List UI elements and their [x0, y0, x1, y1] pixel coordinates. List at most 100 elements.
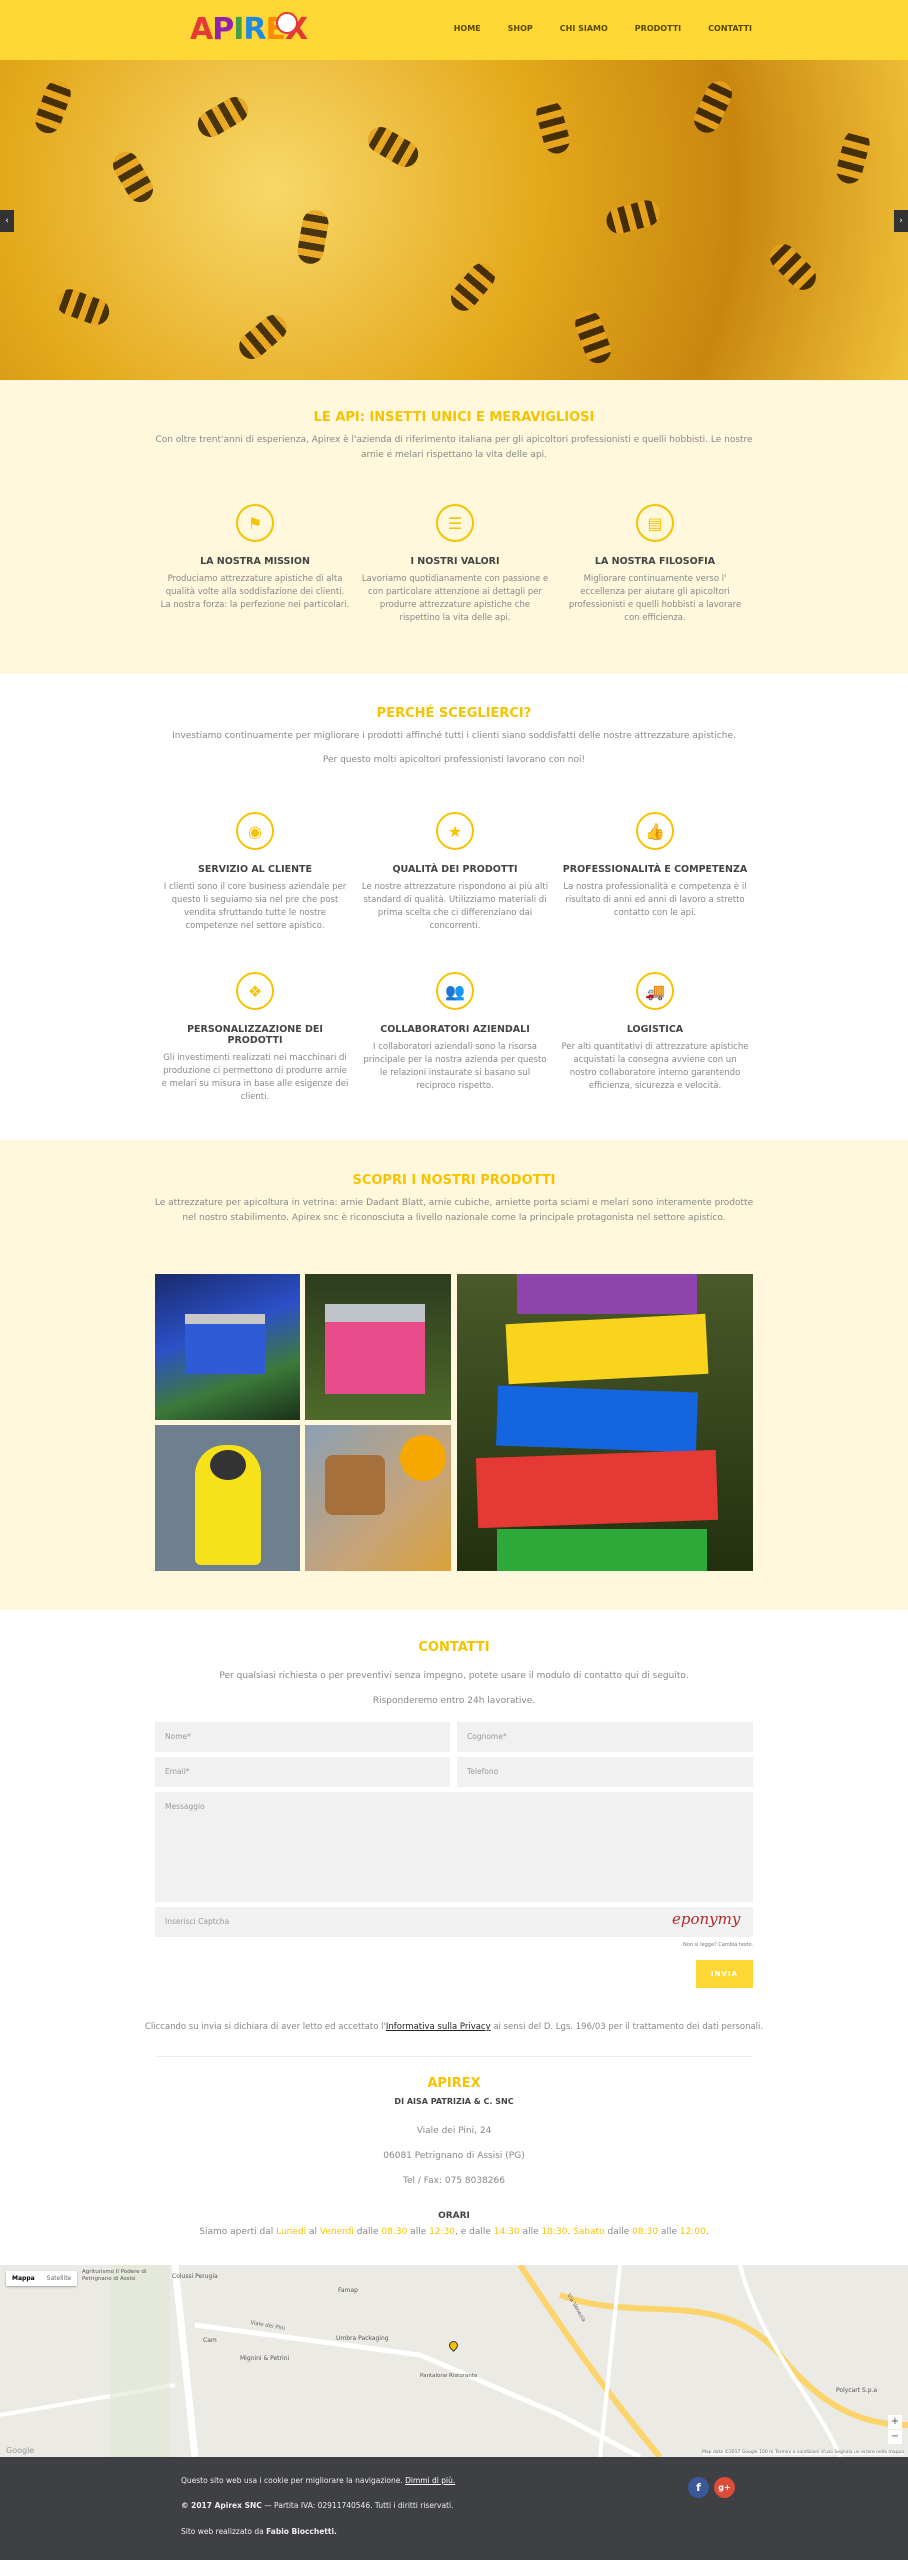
collaborators-title: COLLABORATORI AZIENDALI: [380, 1024, 530, 1035]
privacy-link[interactable]: Informativa sulla Privacy: [386, 2022, 491, 2032]
name-field[interactable]: Nome*: [155, 1722, 450, 1752]
apirex-logo[interactable]: APIREX: [190, 10, 308, 50]
customization-text: Gli investimenti realizzati nei macchina…: [161, 1053, 349, 1102]
google-logo: Google: [6, 2446, 35, 2455]
why-row-1: ◉ SERVIZIO AL CLIENTE I clienti sono il …: [160, 812, 750, 933]
nav-shop[interactable]: SHOP: [508, 24, 533, 33]
company-name: APIREX: [427, 2076, 481, 2091]
slider-next-button[interactable]: ›: [894, 210, 908, 232]
company-street: Viale dei Pini, 24: [416, 2126, 492, 2136]
intro-columns: ⚑ LA NOSTRA MISSION Produciamo attrezzat…: [160, 504, 750, 625]
company-tel: Tel / Fax: 075 8038266: [403, 2176, 505, 2186]
zoom-in-button[interactable]: +: [888, 2415, 902, 2429]
submit-button[interactable]: INVIA: [696, 1960, 753, 1988]
zoom-out-button[interactable]: −: [888, 2430, 902, 2444]
contact-text-1: Per qualsiasi richiesta o per preventivi…: [219, 1671, 689, 1681]
map-label-colussi: Colussi Perugia: [172, 2273, 218, 2280]
map-roads: [0, 2265, 908, 2457]
site-header: APIREX HOME SHOP CHI SIAMO PRODOTTI CONT…: [0, 0, 908, 60]
company-sub: DI AISA PATRIZIA & C. SNC: [394, 2097, 514, 2106]
logistics-title: LOGISTICA: [626, 1024, 684, 1035]
why-row-2: ❖ PERSONALIZZAZIONE DEI PRODOTTI Gli inv…: [160, 972, 750, 1104]
privacy-pre: Cliccando su invia si dichiara di aver l…: [144, 2022, 386, 2032]
privacy-note: Cliccando su invia si dichiara di aver l…: [0, 2022, 908, 2032]
product-gallery: [155, 1274, 753, 1571]
flag-icon: ⚑: [236, 504, 274, 542]
logistics-text: Per alti quantitativi di attrezzature ap…: [561, 1042, 749, 1091]
beekeeping-tools-image[interactable]: [305, 1425, 451, 1571]
hero-slider: [0, 60, 908, 380]
document-icon: ▤: [636, 504, 674, 542]
main-nav: HOME SHOP CHI SIAMO PRODOTTI CONTATTI: [454, 24, 752, 33]
facebook-icon[interactable]: f: [688, 2477, 709, 2498]
map-label-famap: Famap: [338, 2287, 358, 2294]
nav-prodotti[interactable]: PRODOTTI: [635, 24, 681, 33]
contact-text-2: Risponderemo entro 24h lavorative.: [372, 1696, 536, 1706]
hours-title: ORARI: [438, 2211, 470, 2221]
slider-prev-button[interactable]: ‹: [0, 210, 14, 232]
cubes-icon: ❖: [236, 972, 274, 1010]
quality-text: Le nostre attrezzature rispondono ai più…: [361, 882, 549, 931]
captcha-refresh-link[interactable]: Non si legge? Cambia testo.: [683, 1942, 753, 1948]
map-label-umbra: Umbra Packaging: [336, 2335, 389, 2342]
quality-title: QUALITÀ DEI PRODOTTI: [392, 864, 518, 875]
google-plus-icon[interactable]: g+: [714, 2477, 735, 2498]
beekeeper-suit-image[interactable]: [155, 1425, 300, 1571]
privacy-post: ai sensi del D. Lgs. 196/03 per il tratt…: [490, 2022, 764, 2032]
list-icon: ☰: [436, 504, 474, 542]
thumbs-up-icon: 👍: [636, 812, 674, 850]
values-title: I NOSTRI VALORI: [410, 556, 500, 567]
competence-column: 👍 PROFESSIONALITÀ E COMPETENZA La nostra…: [560, 812, 750, 933]
customization-title: PERSONALIZZAZIONE DEI PRODOTTI: [187, 1024, 323, 1046]
competence-title: PROFESSIONALITÀ E COMPETENZA: [562, 864, 748, 875]
intro-title: LE API: INSETTI UNICI E MERAVIGLIOSI: [313, 410, 595, 425]
divider: [155, 2056, 753, 2057]
colored-hive-stack-image[interactable]: [457, 1274, 753, 1571]
location-map[interactable]: Mappa Satellite Agriturismo Il Podere di…: [0, 2265, 908, 2457]
competence-text: La nostra professionalità e competenza è…: [563, 882, 747, 918]
philosophy-text: Migliorare continuamente verso l' eccell…: [568, 574, 742, 623]
satellite-tab[interactable]: Satellite: [41, 2271, 78, 2286]
mission-title: LA NOSTRA MISSION: [200, 556, 310, 567]
captcha-image: eponymy: [672, 1910, 741, 1928]
products-text: Le attrezzature per apicoltura in vetrin…: [154, 1198, 754, 1223]
cookie-link[interactable]: Dimmi di più.: [405, 2476, 455, 2485]
why-text-1: Investiamo continuamente per migliorare …: [172, 731, 736, 741]
pink-hive-image[interactable]: [305, 1274, 451, 1420]
blue-hive-image[interactable]: [155, 1274, 300, 1420]
company-block: APIREX DI AISA PATRIZIA & C. SNC Viale d…: [0, 2076, 908, 2240]
map-tab[interactable]: Mappa: [6, 2271, 41, 2286]
why-text-2: Per questo molti apicoltori professionis…: [322, 755, 586, 765]
nav-home[interactable]: HOME: [454, 24, 481, 33]
email-field[interactable]: Email*: [155, 1757, 450, 1787]
map-label-polycart: Polycart S.p.a: [836, 2387, 878, 2394]
credits: Sito web realizzato da Fabio Biocchetti.: [181, 2527, 337, 2536]
map-label-pantalone: Pantalone Ristorante: [420, 2373, 478, 2379]
copyright: © 2017 Apirex SNC — Partita IVA: 0291174…: [181, 2501, 454, 2510]
service-title: SERVIZIO AL CLIENTE: [197, 864, 313, 875]
site-footer: Questo sito web usa i cookie per miglior…: [0, 2457, 908, 2560]
phone-field[interactable]: Telefono: [457, 1757, 753, 1787]
why-title: PERCHÉ SCEGLIERCI?: [376, 706, 532, 721]
values-text: Lavoriamo quotidianamente con passione e…: [361, 574, 549, 623]
philosophy-title: LA NOSTRA FILOSOFIA: [594, 556, 716, 567]
collaborators-text: I collaboratori aziendali sono la risors…: [363, 1042, 547, 1091]
nav-chi-siamo[interactable]: CHI SIAMO: [560, 24, 608, 33]
captcha-field[interactable]: Inserisci Captcha: [155, 1907, 753, 1937]
logistics-column: 🚚 LOGISTICA Per alti quantitativi di att…: [560, 972, 750, 1104]
contact-title: CONTATTI: [418, 1640, 490, 1655]
bee-mascot-icon: [276, 12, 298, 34]
map-label-cam: Cam: [203, 2337, 217, 2344]
nav-contatti[interactable]: CONTATTI: [708, 24, 752, 33]
message-field[interactable]: Messaggio: [155, 1792, 753, 1902]
map-label-mignini: Mignini & Petrini: [240, 2355, 290, 2362]
users-icon: 👥: [436, 972, 474, 1010]
surname-field[interactable]: Cognome*: [457, 1722, 753, 1752]
service-text: I clienti sono il core business aziendal…: [163, 882, 347, 931]
mission-column: ⚑ LA NOSTRA MISSION Produciamo attrezzat…: [160, 504, 350, 625]
collaborators-column: 👥 COLLABORATORI AZIENDALI I collaborator…: [360, 972, 550, 1104]
hours-text: Siamo aperti dal Lunedì al Venerdì dalle…: [199, 2227, 709, 2237]
map-type-control: Mappa Satellite: [6, 2271, 78, 2286]
values-column: ☰ I NOSTRI VALORI Lavoriamo quotidianame…: [360, 504, 550, 625]
philosophy-column: ▤ LA NOSTRA FILOSOFIA Migliorare continu…: [560, 504, 750, 625]
